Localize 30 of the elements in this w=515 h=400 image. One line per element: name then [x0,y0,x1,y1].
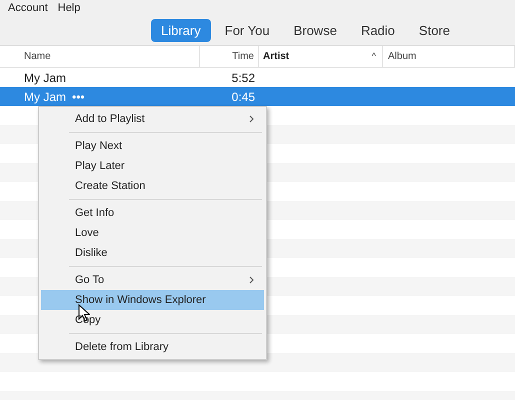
menu-item[interactable]: Add to Playlist [41,109,264,129]
nav-tab[interactable]: Radio [350,18,405,42]
menu-item[interactable]: Delete from Library [41,337,264,357]
menu-item[interactable]: Create Station [41,176,264,196]
nav-tab[interactable]: Store [408,18,460,42]
menu-bar-item[interactable]: Help [58,0,80,16]
track-row[interactable]: My Jam ••• 0:45 [0,87,515,106]
menu-item[interactable]: Go To [41,270,264,290]
column-header[interactable]: Album [388,49,416,64]
menu-item[interactable]: Play Later [41,156,264,176]
menu-item[interactable]: Play Next [41,136,264,156]
chevron-right-icon [249,276,254,284]
track-time: 5:52 [230,70,256,86]
menu-bar-item[interactable]: Account [8,0,48,16]
chevron-right-icon [249,115,254,123]
menu-item[interactable]: Dislike [41,243,264,263]
column-header[interactable]: Time [232,49,254,64]
nav-tab[interactable]: Browse [284,18,347,42]
sort-indicator: ^ [372,50,376,63]
column-header[interactable]: Artist [263,49,290,64]
track-name: My Jam [24,88,66,106]
nav-tab[interactable]: For You [214,18,280,42]
more-button[interactable]: ••• [72,88,85,106]
track-time: 0:45 [230,88,256,106]
menu-item[interactable]: Copy [41,310,264,330]
menu-item[interactable]: Love [41,223,264,243]
column-header[interactable]: Name [24,49,51,64]
nav-tab[interactable]: Library [151,18,211,42]
track-name: My Jam [24,70,66,86]
menu-item[interactable]: Get Info [41,203,264,223]
